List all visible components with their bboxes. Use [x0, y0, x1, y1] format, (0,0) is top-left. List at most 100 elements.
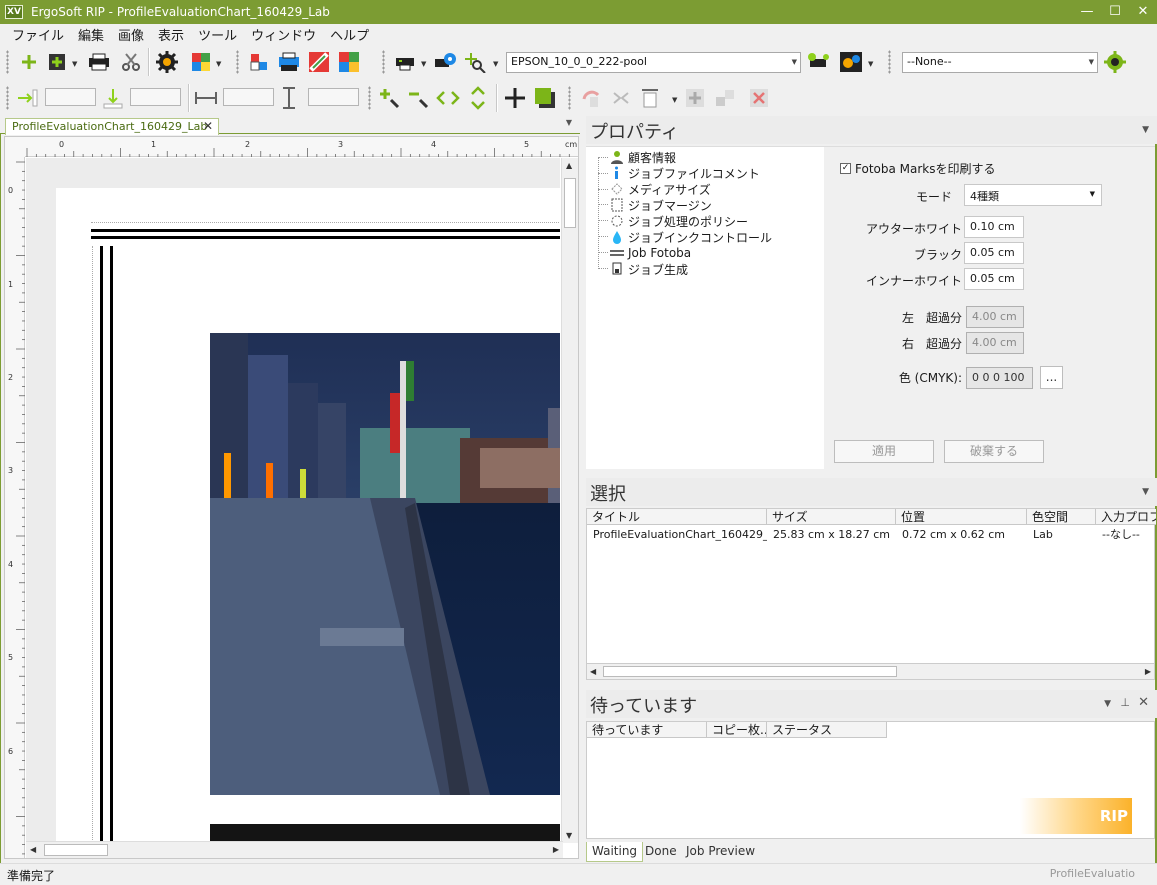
- tree-item-job-file-comment[interactable]: ジョブファイルコメント: [610, 165, 760, 181]
- settings-gear-icon[interactable]: [154, 50, 180, 74]
- toolbar-grip[interactable]: [382, 50, 385, 74]
- tree-item-customer-info[interactable]: 顧客情報: [610, 149, 676, 165]
- outer-white-input[interactable]: 0.10 cm: [964, 216, 1024, 238]
- panel-menu-icon[interactable]: ▼: [1104, 699, 1111, 709]
- column-header-copies[interactable]: コピー枚...: [707, 722, 767, 738]
- column-header-title[interactable]: タイトル: [587, 509, 767, 525]
- minimize-button[interactable]: —: [1073, 0, 1101, 24]
- scroll-up-icon[interactable]: ▲: [566, 161, 572, 170]
- delete-icon[interactable]: [746, 86, 772, 110]
- color-patches-icon[interactable]: [336, 50, 362, 74]
- profile-settings-gear-icon[interactable]: [1102, 50, 1128, 74]
- scroll-right-icon[interactable]: ▶: [1145, 667, 1151, 676]
- tree-item-ink-control[interactable]: ジョブインクコントロール: [610, 229, 772, 245]
- tab-waiting[interactable]: Waiting: [586, 842, 644, 862]
- printer-properties-dropdown-icon[interactable]: ▼: [868, 61, 874, 68]
- toolbar-grip[interactable]: [236, 50, 239, 74]
- new-job-icon[interactable]: [16, 50, 42, 74]
- y-position-input[interactable]: [130, 88, 181, 106]
- printer-queue-icon[interactable]: [276, 50, 302, 74]
- toolbar-grip[interactable]: [368, 86, 371, 110]
- placed-image-harbor[interactable]: [210, 333, 560, 795]
- x-position-input[interactable]: [45, 88, 96, 106]
- width-icon[interactable]: [193, 86, 219, 110]
- menu-image[interactable]: 画像: [118, 25, 144, 44]
- scroll-down-icon[interactable]: ▼: [566, 831, 572, 840]
- color-tool-dropdown-icon[interactable]: ▼: [216, 61, 222, 68]
- menu-window[interactable]: ウィンドウ: [251, 25, 316, 44]
- column-header-waiting[interactable]: 待っています: [587, 722, 707, 738]
- scroll-thumb[interactable]: [44, 844, 108, 856]
- printer-select-dropdown-icon[interactable]: ▼: [421, 61, 427, 68]
- black-input[interactable]: 0.05 cm: [964, 242, 1024, 264]
- tree-item-job-fotoba[interactable]: Job Fotoba: [610, 245, 692, 261]
- mirror-icon[interactable]: [608, 86, 634, 110]
- layout-canvas[interactable]: 0 1 2 3 4 5 cm 0 1 2 3 4 5 6 ▲ ▼ ◀ ▶: [4, 136, 579, 859]
- printer-queue-combo[interactable]: EPSON_10_0_0_222-pool ▼: [506, 52, 801, 73]
- profile-combo[interactable]: --None-- ▼: [902, 52, 1098, 73]
- close-panel-icon[interactable]: ✕: [1138, 695, 1149, 710]
- move-down-icon[interactable]: [100, 86, 126, 110]
- panel-menu-icon[interactable]: ▼: [1142, 125, 1149, 135]
- selection-horizontal-scrollbar[interactable]: ◀ ▶: [587, 663, 1154, 679]
- add-image-dropdown-icon[interactable]: ▼: [72, 61, 78, 68]
- print-fotoba-marks-checkbox[interactable]: ✓ Fotoba Marksを印刷する: [840, 160, 996, 177]
- media-page[interactable]: [56, 188, 560, 843]
- menu-edit[interactable]: 編集: [78, 25, 104, 44]
- zoom-move-icon[interactable]: [462, 50, 488, 74]
- menu-help[interactable]: ヘルプ: [330, 25, 369, 44]
- menu-view[interactable]: 表示: [158, 25, 184, 44]
- scroll-thumb[interactable]: [603, 666, 897, 677]
- tree-item-media-size[interactable]: メディアサイズ: [610, 181, 711, 197]
- column-header-status[interactable]: ステータス: [767, 722, 887, 738]
- canvas-vertical-scrollbar[interactable]: ▲ ▼: [561, 158, 578, 843]
- add-image-icon[interactable]: [44, 50, 70, 74]
- printer-settings-icon[interactable]: [432, 50, 458, 74]
- cut-icon[interactable]: [118, 50, 144, 74]
- measure-icon[interactable]: [306, 50, 332, 74]
- tab-job-preview[interactable]: Job Preview: [681, 842, 760, 862]
- document-tab[interactable]: ProfileEvaluationChart_160429_Lab ✕: [5, 118, 219, 135]
- page-setup-dropdown-icon[interactable]: ▼: [672, 97, 678, 104]
- toolbar-grip[interactable]: [568, 86, 571, 110]
- column-header-input-profile[interactable]: 入力プロフ: [1096, 509, 1156, 525]
- background-color-icon[interactable]: [532, 86, 558, 110]
- layout-icon[interactable]: [246, 50, 272, 74]
- inner-white-input[interactable]: 0.05 cm: [964, 268, 1024, 290]
- close-button[interactable]: ✕: [1129, 0, 1157, 24]
- pin-icon[interactable]: ⊥: [1120, 696, 1130, 709]
- toolbar-grip[interactable]: [6, 86, 9, 110]
- height-input[interactable]: [308, 88, 359, 106]
- column-header-position[interactable]: 位置: [896, 509, 1027, 525]
- zoom-out-icon[interactable]: [405, 86, 431, 110]
- checkbox-checked-icon[interactable]: ✓: [840, 163, 851, 174]
- color-tool-icon[interactable]: [188, 50, 214, 74]
- maximize-button[interactable]: ☐: [1101, 0, 1129, 24]
- tree-item-job-margin[interactable]: ジョブマージン: [610, 197, 712, 213]
- crosshair-icon[interactable]: [502, 86, 528, 110]
- scroll-left-icon[interactable]: ◀: [590, 667, 596, 676]
- fit-height-icon[interactable]: [465, 86, 491, 110]
- move-right-icon[interactable]: [14, 86, 40, 110]
- tree-item-job-policy[interactable]: ジョブ処理のポリシー: [610, 213, 748, 229]
- tab-done[interactable]: Done: [640, 842, 682, 862]
- apply-button[interactable]: 適用: [834, 440, 934, 463]
- fit-width-icon[interactable]: [435, 86, 461, 110]
- menu-file[interactable]: ファイル: [12, 25, 64, 44]
- mode-select[interactable]: 4種類 ▼: [964, 184, 1102, 206]
- discard-button[interactable]: 破棄する: [944, 440, 1044, 463]
- print-icon[interactable]: [86, 50, 112, 74]
- right-overflow-input[interactable]: 4.00 cm: [966, 332, 1024, 354]
- scroll-thumb[interactable]: [564, 178, 576, 228]
- page-setup-icon[interactable]: [638, 86, 664, 110]
- toolbar-grip[interactable]: [6, 50, 9, 74]
- color-picker-button[interactable]: ...: [1040, 366, 1063, 389]
- document-list-dropdown-icon[interactable]: ▼: [566, 118, 572, 127]
- scroll-left-icon[interactable]: ◀: [30, 845, 36, 854]
- rotate-icon[interactable]: [578, 86, 604, 110]
- printer-select-icon[interactable]: [392, 50, 418, 74]
- canvas-horizontal-scrollbar[interactable]: ◀ ▶: [26, 841, 563, 858]
- column-header-color-space[interactable]: 色空間: [1027, 509, 1096, 525]
- zoom-in-icon[interactable]: [376, 86, 402, 110]
- column-header-size[interactable]: サイズ: [767, 509, 896, 525]
